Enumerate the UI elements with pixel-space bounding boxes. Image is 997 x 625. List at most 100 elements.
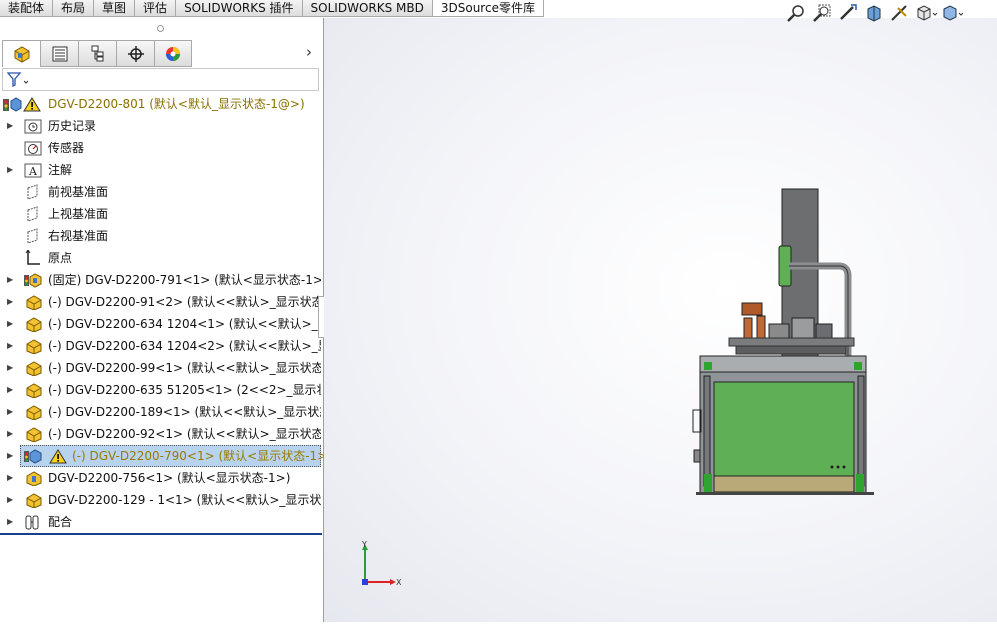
tab-layout[interactable]: 布局 [53,0,95,17]
expand-arrow-icon[interactable]: ▶ [7,445,15,467]
part-icon [26,427,42,442]
filter-icon[interactable] [7,72,31,88]
tree-root-label: DGV-D2200-801 (默认<默认_显示状态-1@>) [48,97,305,111]
tree-item-label: (-) DGV-D2200-189<1> (默认<<默认>_显示状态 [48,405,321,419]
dimxpert-manager-tab[interactable] [116,40,154,67]
tree-item-label: 传感器 [48,141,85,155]
tab-sketch[interactable]: 草图 [94,0,136,17]
part-icon [26,295,42,310]
tree-root-assembly[interactable]: DGV-D2200-801 (默认<默认_显示状态-1@>) [0,93,321,115]
tree-item-annotations[interactable]: ▶ A 注解 [0,159,321,181]
tree-filter-bar[interactable] [2,68,319,91]
model-post [857,375,865,487]
tree-item-label: (-) DGV-D2200-634 1204<1> (默认<<默认>_显示 [48,317,321,331]
dynamic-annotation-icon[interactable] [889,3,911,23]
tree-item-top-plane[interactable]: 上视基准面 [0,203,321,225]
subassembly-icon [24,273,42,288]
plane-icon [27,206,38,222]
tree-item-component[interactable]: ▶ (-) DGV-D2200-634 1204<1> (默认<<默认>_显示 [0,313,321,335]
expand-arrow-icon[interactable]: ▶ [7,115,15,137]
tree-item-sensors[interactable]: 传感器 [0,137,321,159]
tree-item-origin[interactable]: 原点 [0,247,321,269]
tree-item-component[interactable]: ▶ DGV-D2200-129 - 1<1> (默认<<默认>_显示状态 [0,489,321,511]
model-post [703,375,711,487]
model-foot [856,474,864,492]
tree-item-label: DGV-D2200-756<1> (默认<显示状态-1>) [48,471,291,485]
expand-arrow-icon[interactable]: ▶ [7,313,15,335]
tab-assembly[interactable]: 装配体 [0,0,54,17]
display-style-icon[interactable] [941,3,963,23]
part-icon [26,339,42,354]
tree-item-component[interactable]: ▶ (-) DGV-D2200-92<1> (默认<<默认>_显示状态 1 [0,423,321,445]
assembly-warning-icon [3,97,41,112]
feature-manager-tab[interactable] [2,40,40,67]
tree-item-front-plane[interactable]: 前视基准面 [0,181,321,203]
tree-item-mates[interactable]: ▶ 配合 [0,511,321,533]
tree-item-label: (-) DGV-D2200-634 1204<2> (默认<<默认>_显示 [48,339,321,353]
subassembly-warning-icon [24,449,67,464]
tree-item-right-plane[interactable]: 右视基准面 [0,225,321,247]
reference-triad: Y X [361,540,402,587]
expand-arrow-icon[interactable]: ▶ [7,269,15,291]
tab-evaluate[interactable]: 评估 [135,0,177,17]
model-latch [693,449,701,463]
expand-arrow-icon[interactable]: ▶ [7,159,15,181]
part-icon [26,317,42,332]
mates-icon [25,515,39,530]
model-foot [704,474,712,492]
expand-arrow-icon[interactable]: ▶ [7,467,15,489]
view-orientation-icon[interactable] [915,3,937,23]
tree-item-component[interactable]: ▶ (-) DGV-D2200-635 51205<1> (2<<2>_显示状态 [0,379,321,401]
expand-arrow-icon[interactable]: ▶ [7,489,15,511]
display-manager-tab[interactable] [154,40,192,67]
sensor-icon [24,141,42,156]
svg-text:A: A [28,165,38,178]
model-corner [854,362,862,370]
model-indicator [830,465,834,469]
panel-grip[interactable] [157,25,164,32]
tree-item-component[interactable]: ▶ (-) DGV-D2200-634 1204<2> (默认<<默认>_显示 [0,335,321,357]
part-icon [26,383,42,398]
previous-view-icon[interactable] [837,3,859,23]
graphics-area[interactable] [324,18,997,622]
zoom-to-area-icon[interactable] [811,3,833,23]
tab-3dsource[interactable]: 3DSource零件库 [432,0,544,17]
expand-arrow-icon[interactable]: ▶ [7,423,15,445]
expand-arrow-icon[interactable]: ▶ [7,291,15,313]
tab-solidworks-addins[interactable]: SOLIDWORKS 插件 [176,0,303,17]
tree-item-component[interactable]: ▶ (-) DGV-D2200-189<1> (默认<<默认>_显示状态 [0,401,321,423]
tree-item-label: (-) DGV-D2200-635 51205<1> (2<<2>_显示状态 [48,383,321,397]
expand-arrow-icon[interactable]: ▶ [7,511,15,533]
expand-arrow-icon[interactable]: ▶ [7,357,15,379]
dimxpert-icon [127,45,144,62]
tree-item-history[interactable]: ▶ 历史记录 [0,115,321,137]
tree-item-component[interactable]: ▶ (固定) DGV-D2200-791<1> (默认<显示状态-1>) [0,269,321,291]
part-icon [26,361,42,376]
display-manager-icon [166,46,180,61]
model-base-line [696,492,874,495]
configuration-manager-tab[interactable] [78,40,116,67]
tab-solidworks-mbd[interactable]: SOLIDWORKS MBD [302,0,433,17]
triad-x-label: X [396,578,402,587]
tree-item-label: (固定) DGV-D2200-791<1> (默认<显示状态-1>) [48,273,321,287]
tree-item-component[interactable]: ▶ (-) DGV-D2200-99<1> (默认<<默认>_显示状态 1 [0,357,321,379]
plane-icon [27,228,38,244]
section-view-icon[interactable] [863,3,885,23]
manager-tabs [2,40,192,68]
expand-arrow-icon[interactable]: ▶ [7,401,15,423]
zoom-to-fit-icon[interactable] [785,3,807,23]
configuration-manager-icon [91,45,103,61]
chevron-right-icon[interactable]: › [306,43,312,61]
tree-item-label: 历史记录 [48,119,97,133]
feature-manager-icon [14,46,29,63]
tree-item-component[interactable]: ▶ DGV-D2200-756<1> (默认<显示状态-1>) [0,467,321,489]
tree-item-component-selected[interactable]: ▶ (-) DGV-D2200-790<1> (默认<显示状态-1>) [0,445,332,467]
model-top-plate [699,355,867,373]
property-manager-tab[interactable] [40,40,78,67]
tree-item-label: 配合 [48,515,73,529]
expand-arrow-icon[interactable]: ▶ [7,335,15,357]
assembly-model-view [692,188,874,495]
tree-item-label: 前视基准面 [48,185,109,199]
expand-arrow-icon[interactable]: ▶ [7,379,15,401]
tree-item-component[interactable]: ▶ (-) DGV-D2200-91<2> (默认<<默认>_显示状态 1 [0,291,321,313]
